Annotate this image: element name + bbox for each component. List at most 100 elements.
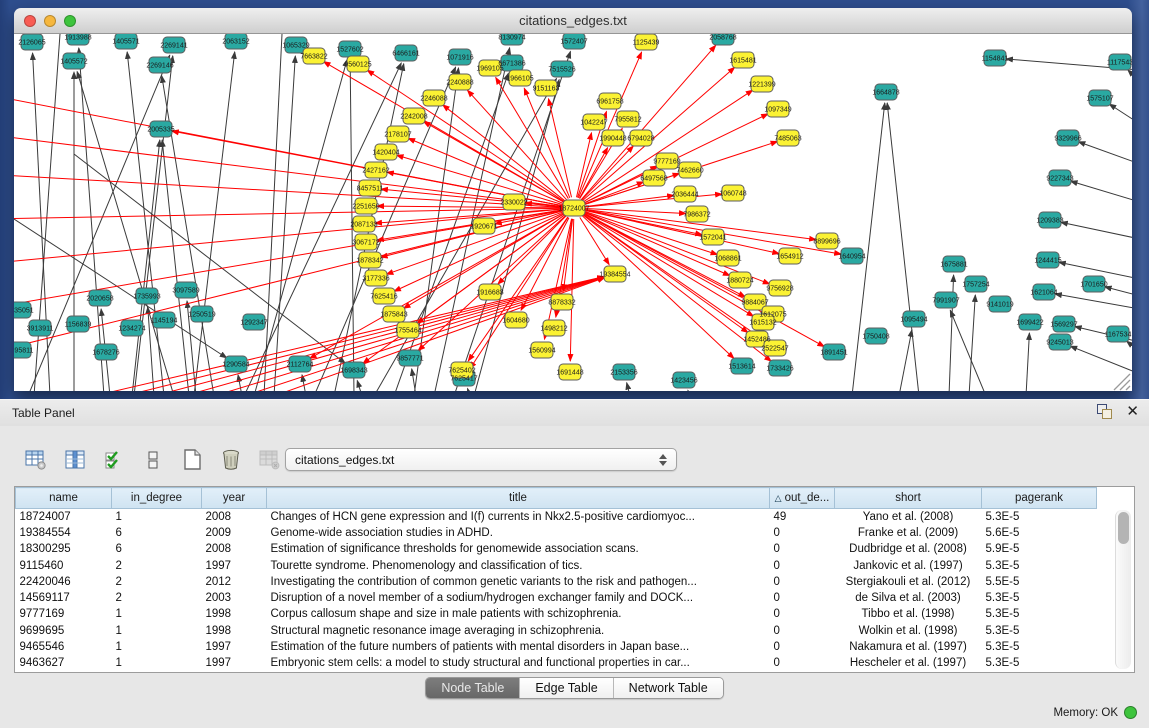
- cell-out_degree[interactable]: 0: [770, 590, 835, 606]
- delete-rows-icon[interactable]: [217, 446, 245, 474]
- table-row[interactable]: 969969511998Structural magnetic resonanc…: [16, 623, 1097, 639]
- cell-out_degree[interactable]: 0: [770, 606, 835, 622]
- cell-in_degree[interactable]: 1: [112, 623, 202, 639]
- cell-in_degree[interactable]: 1: [112, 509, 202, 525]
- cell-short[interactable]: Wolkin et al. (1998): [835, 623, 982, 639]
- cell-out_degree[interactable]: 0: [770, 557, 835, 573]
- close-panel-icon[interactable]: ✕: [1126, 404, 1139, 419]
- tab-node-table[interactable]: Node Table: [426, 678, 520, 698]
- tab-edge-table[interactable]: Edge Table: [520, 678, 613, 698]
- cell-name[interactable]: 22420046: [16, 574, 112, 590]
- cell-out_degree[interactable]: 0: [770, 574, 835, 590]
- cell-year[interactable]: 1997: [202, 655, 267, 671]
- column-header-pagerank[interactable]: pagerank: [982, 488, 1097, 509]
- table-row[interactable]: 2242004622012Investigating the contribut…: [16, 574, 1097, 590]
- cell-year[interactable]: 2008: [202, 541, 267, 557]
- cell-in_degree[interactable]: 6: [112, 525, 202, 541]
- cell-short[interactable]: Yano et al. (2008): [835, 509, 982, 525]
- network-canvas[interactable]: 2126065191398814055721405571226914122691…: [14, 34, 1132, 391]
- row-options-icon[interactable]: [139, 446, 167, 474]
- cell-in_degree[interactable]: 1: [112, 606, 202, 622]
- cell-pagerank[interactable]: 5.3E-5: [982, 590, 1097, 606]
- tab-network-table[interactable]: Network Table: [614, 678, 723, 698]
- table-row[interactable]: 977716911998Corpus callosum shape and si…: [16, 606, 1097, 622]
- close-window-button[interactable]: [24, 15, 36, 27]
- cell-name[interactable]: 9699695: [16, 623, 112, 639]
- cell-title[interactable]: Tourette syndrome. Phenomenology and cla…: [267, 557, 770, 573]
- cell-in_degree[interactable]: 2: [112, 574, 202, 590]
- cell-year[interactable]: 2012: [202, 574, 267, 590]
- cell-short[interactable]: Franke et al. (2009): [835, 525, 982, 541]
- cell-out_degree[interactable]: 0: [770, 655, 835, 671]
- cell-short[interactable]: Stergiakouli et al. (2012): [835, 574, 982, 590]
- column-header-out_degree[interactable]: △out_de...: [770, 488, 835, 509]
- scrollbar-thumb[interactable]: [1118, 512, 1129, 544]
- cell-name[interactable]: 9463627: [16, 655, 112, 671]
- table-row[interactable]: 1938455462009Genome-wide association stu…: [16, 525, 1097, 541]
- cell-short[interactable]: Tibbo et al. (1998): [835, 606, 982, 622]
- cell-pagerank[interactable]: 5.3E-5: [982, 639, 1097, 655]
- table-row[interactable]: 946362711997Embryonic stem cells: a mode…: [16, 655, 1097, 671]
- cell-short[interactable]: Nakamura et al. (1997): [835, 639, 982, 655]
- cell-pagerank[interactable]: 5.3E-5: [982, 655, 1097, 671]
- table-row[interactable]: 1456911722003Disruption of a novel membe…: [16, 590, 1097, 606]
- cell-out_degree[interactable]: 0: [770, 525, 835, 541]
- cell-title[interactable]: Investigating the contribution of common…: [267, 574, 770, 590]
- cell-year[interactable]: 1997: [202, 557, 267, 573]
- cell-in_degree[interactable]: 6: [112, 541, 202, 557]
- cell-out_degree[interactable]: 0: [770, 623, 835, 639]
- cell-title[interactable]: Estimation of the future numbers of pati…: [267, 639, 770, 655]
- cell-in_degree[interactable]: 1: [112, 655, 202, 671]
- cell-out_degree[interactable]: 49: [770, 509, 835, 525]
- select-columns-icon[interactable]: [100, 446, 128, 474]
- column-header-year[interactable]: year: [202, 488, 267, 509]
- cell-title[interactable]: Embryonic stem cells: a model to study s…: [267, 655, 770, 671]
- cell-short[interactable]: Hescheler et al. (1997): [835, 655, 982, 671]
- cell-out_degree[interactable]: 0: [770, 541, 835, 557]
- zoom-window-button[interactable]: [64, 15, 76, 27]
- cell-title[interactable]: Disruption of a novel member of a sodium…: [267, 590, 770, 606]
- cell-title[interactable]: Genome-wide association studies in ADHD.: [267, 525, 770, 541]
- cell-year[interactable]: 1997: [202, 639, 267, 655]
- column-header-short[interactable]: short: [835, 488, 982, 509]
- cell-name[interactable]: 19384554: [16, 525, 112, 541]
- table-mode-icon[interactable]: [22, 446, 50, 474]
- cell-pagerank[interactable]: 5.3E-5: [982, 606, 1097, 622]
- cell-title[interactable]: Changes of HCN gene expression and I(f) …: [267, 509, 770, 525]
- vertical-scrollbar[interactable]: [1115, 510, 1131, 669]
- cell-name[interactable]: 9115460: [16, 557, 112, 573]
- resize-grip-icon[interactable]: [1126, 386, 1130, 390]
- table-row[interactable]: 1830029562008Estimation of significance …: [16, 541, 1097, 557]
- cell-pagerank[interactable]: 5.9E-5: [982, 541, 1097, 557]
- show-columns-icon[interactable]: [61, 446, 89, 474]
- table-panel-titlebar[interactable]: Table Panel ✕: [0, 400, 1149, 426]
- resize-grip-icon[interactable]: [1120, 380, 1130, 390]
- cell-short[interactable]: de Silva et al. (2003): [835, 590, 982, 606]
- new-table-icon[interactable]: [178, 446, 206, 474]
- column-header-title[interactable]: title: [267, 488, 770, 509]
- window-titlebar[interactable]: citations_edges.txt: [14, 8, 1132, 34]
- table-row[interactable]: 911546021997Tourette syndrome. Phenomeno…: [16, 557, 1097, 573]
- cell-title[interactable]: Estimation of significance thresholds fo…: [267, 541, 770, 557]
- cell-name[interactable]: 18724007: [16, 509, 112, 525]
- cell-year[interactable]: 1998: [202, 623, 267, 639]
- cell-pagerank[interactable]: 5.3E-5: [982, 509, 1097, 525]
- cell-in_degree[interactable]: 2: [112, 590, 202, 606]
- cell-pagerank[interactable]: 5.3E-5: [982, 623, 1097, 639]
- cell-year[interactable]: 1998: [202, 606, 267, 622]
- cell-in_degree[interactable]: 1: [112, 639, 202, 655]
- cell-year[interactable]: 2008: [202, 509, 267, 525]
- cell-year[interactable]: 2009: [202, 525, 267, 541]
- table-selector-dropdown[interactable]: citations_edges.txt: [285, 448, 677, 471]
- cell-pagerank[interactable]: 5.6E-5: [982, 525, 1097, 541]
- cell-title[interactable]: Structural magnetic resonance image aver…: [267, 623, 770, 639]
- cell-short[interactable]: Jankovic et al. (1997): [835, 557, 982, 573]
- table-row[interactable]: 946554611997Estimation of the future num…: [16, 639, 1097, 655]
- memory-widget[interactable]: Memory: OK: [1053, 706, 1137, 719]
- cell-in_degree[interactable]: 2: [112, 557, 202, 573]
- table-row[interactable]: 1872400712008Changes of HCN gene express…: [16, 509, 1097, 525]
- float-window-icon[interactable]: [1097, 404, 1112, 419]
- network-view[interactable]: 2126065191398814055721405571226914122691…: [14, 34, 1132, 391]
- cell-pagerank[interactable]: 5.5E-5: [982, 574, 1097, 590]
- column-header-in_degree[interactable]: in_degree: [112, 488, 202, 509]
